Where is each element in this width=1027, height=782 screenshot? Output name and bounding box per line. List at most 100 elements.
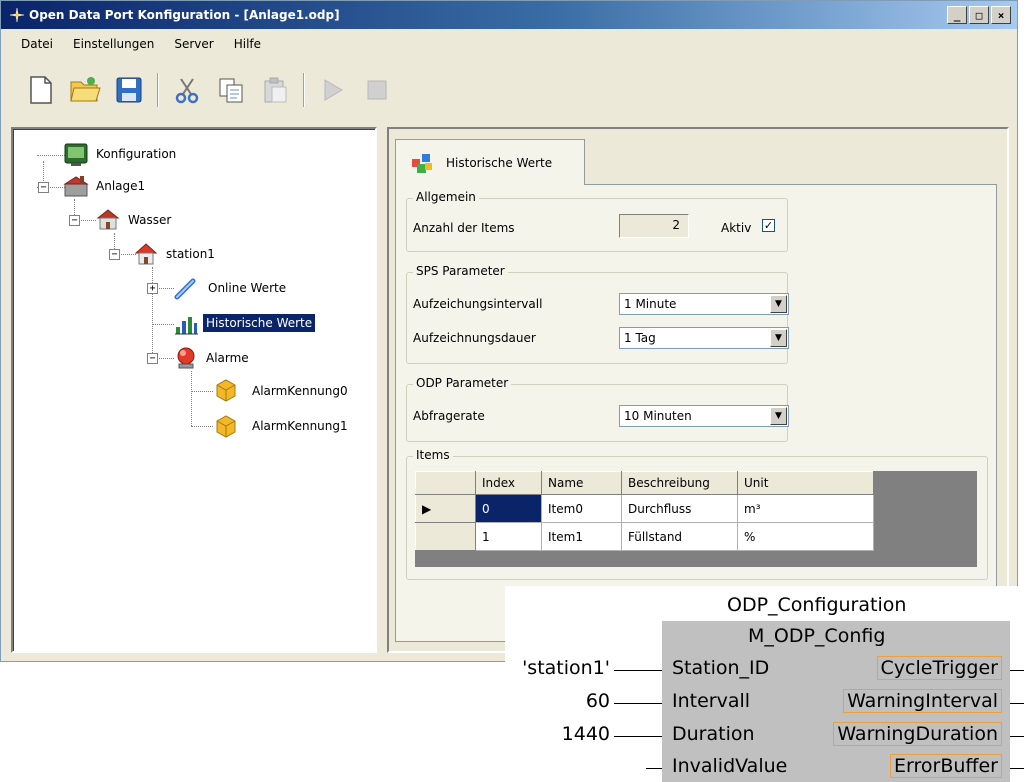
- chevron-down-icon[interactable]: ▼: [770, 295, 787, 313]
- cell-unit[interactable]: %: [737, 522, 874, 551]
- output-error-buffer[interactable]: ErrorBuffer: [890, 754, 1002, 778]
- new-document-icon[interactable]: [23, 72, 59, 108]
- open-folder-icon[interactable]: [67, 72, 103, 108]
- active-checkbox[interactable]: ✓: [762, 219, 775, 232]
- group-sps-legend: SPS Parameter: [413, 264, 508, 278]
- tree-node-station1[interactable]: station1: [163, 245, 218, 263]
- tree-node-alarme[interactable]: Alarme: [203, 349, 252, 367]
- input-wire: [614, 703, 662, 704]
- menu-server[interactable]: Server: [164, 33, 223, 55]
- tree-expander[interactable]: −: [147, 353, 158, 364]
- tree-expander[interactable]: +: [147, 283, 158, 294]
- close-button[interactable]: ×: [991, 6, 1011, 24]
- group-allgemein-legend: Allgemein: [413, 190, 479, 204]
- row-current-marker[interactable]: ▶: [415, 494, 476, 523]
- tree-node-wasser[interactable]: Wasser: [125, 211, 174, 229]
- tab-historische-werte[interactable]: Historische Werte: [395, 139, 585, 185]
- column-header-description[interactable]: Beschreibung: [621, 471, 738, 495]
- toolbar-separator: [157, 73, 159, 107]
- input-invalid-value[interactable]: InvalidValue: [672, 755, 787, 777]
- input-wire: [614, 736, 662, 737]
- menu-einstellungen[interactable]: Einstellungen: [63, 33, 164, 55]
- plant-icon: [63, 176, 89, 197]
- function-block-instance-name: ODP_Configuration: [727, 594, 907, 616]
- function-block[interactable]: M_ODP_Config Station_ID Intervall Durati…: [662, 621, 1010, 782]
- maximize-button[interactable]: □: [969, 6, 989, 24]
- output-warning-interval[interactable]: WarningInterval: [843, 689, 1002, 713]
- grid-corner-header: [415, 471, 476, 495]
- tree-expander[interactable]: −: [109, 249, 120, 260]
- cell-index[interactable]: 0: [475, 494, 542, 523]
- output-warning-duration[interactable]: WarningDuration: [833, 722, 1002, 746]
- menu-hilfe[interactable]: Hilfe: [224, 33, 271, 55]
- cell-description[interactable]: Durchfluss: [621, 494, 738, 523]
- configuration-tree[interactable]: − − − + − Konfiguration Anlage1 Wasser s…: [11, 127, 377, 653]
- alarm-icon: [177, 347, 195, 369]
- items-count-label: Anzahl der Items: [413, 221, 515, 235]
- play-icon[interactable]: [315, 72, 351, 108]
- tree-node-online-werte[interactable]: Online Werte: [205, 279, 289, 297]
- duration-value: 1 Tag: [624, 331, 656, 345]
- copy-icon[interactable]: [213, 72, 249, 108]
- save-icon[interactable]: [111, 72, 147, 108]
- water-icon: [96, 209, 120, 230]
- stop-icon[interactable]: [359, 72, 395, 108]
- group-items: Items Index Name Beschreibung Unit ▶ 0 I…: [406, 448, 988, 580]
- input-value-station-id: 'station1': [522, 657, 610, 679]
- duration-label: Aufzeichnungsdauer: [413, 331, 536, 345]
- paste-icon[interactable]: [257, 72, 293, 108]
- duration-select[interactable]: 1 Tag ▼: [619, 327, 789, 349]
- output-wire: [1010, 670, 1024, 671]
- rate-select[interactable]: 10 Minuten ▼: [619, 405, 789, 427]
- output-wire: [1010, 768, 1024, 769]
- detail-pane: Historische Werte Allgemein Anzahl der I…: [387, 127, 1009, 653]
- title-bar[interactable]: Open Data Port Konfiguration - [Anlage1.…: [1, 1, 1017, 29]
- tree-node-alarmkennung0[interactable]: AlarmKennung0: [249, 382, 351, 400]
- table-row[interactable]: ▶ 0 Item0 Durchfluss m³: [415, 494, 874, 523]
- minimize-button[interactable]: _: [947, 6, 967, 24]
- rate-label: Abfragerate: [413, 409, 485, 423]
- function-block-type: M_ODP_Config: [748, 625, 886, 647]
- row-header[interactable]: [415, 522, 476, 551]
- column-header-index[interactable]: Index: [475, 471, 542, 495]
- application-window: Open Data Port Konfiguration - [Anlage1.…: [0, 0, 1018, 662]
- items-table: Index Name Beschreibung Unit ▶ 0 Item0 D…: [415, 471, 874, 551]
- column-header-unit[interactable]: Unit: [737, 471, 874, 495]
- chevron-down-icon[interactable]: ▼: [770, 329, 787, 347]
- tree-expander[interactable]: −: [69, 215, 80, 226]
- input-intervall[interactable]: Intervall: [672, 690, 750, 712]
- tree-node-historische-werte[interactable]: Historische Werte: [201, 313, 317, 333]
- input-duration[interactable]: Duration: [672, 723, 755, 745]
- input-station-id[interactable]: Station_ID: [672, 657, 769, 679]
- input-wire: [614, 670, 662, 671]
- table-row[interactable]: 1 Item1 Füllstand %: [415, 522, 874, 551]
- interval-select[interactable]: 1 Minute ▼: [619, 293, 789, 315]
- group-items-legend: Items: [413, 448, 453, 462]
- toolbar-separator: [303, 73, 305, 107]
- output-wire: [1010, 736, 1024, 737]
- tree-node-anlage1[interactable]: Anlage1: [93, 177, 148, 195]
- input-value-intervall: 60: [585, 690, 610, 712]
- output-cycle-trigger[interactable]: CycleTrigger: [876, 656, 1002, 680]
- group-odp-legend: ODP Parameter: [413, 376, 512, 390]
- cell-name[interactable]: Item0: [541, 494, 622, 523]
- cell-unit[interactable]: m³: [737, 494, 874, 523]
- cell-name[interactable]: Item1: [541, 522, 622, 551]
- tree-expander[interactable]: −: [38, 182, 49, 193]
- chevron-down-icon[interactable]: ▼: [770, 407, 787, 425]
- tree-node-konfiguration[interactable]: Konfiguration: [93, 145, 179, 163]
- group-sps-parameter: SPS Parameter Aufzeichungsintervall 1 Mi…: [406, 264, 789, 364]
- menu-datei[interactable]: Datei: [11, 33, 63, 55]
- window-title: Open Data Port Konfiguration - [Anlage1.…: [29, 8, 340, 22]
- alarm-item-icon: [216, 415, 236, 438]
- cell-index[interactable]: 1: [475, 522, 542, 551]
- cut-icon[interactable]: [169, 72, 205, 108]
- tree-node-alarmkennung1[interactable]: AlarmKennung1: [249, 417, 351, 435]
- column-header-name[interactable]: Name: [541, 471, 622, 495]
- output-wire: [1010, 703, 1024, 704]
- toolbar: [1, 59, 1017, 121]
- cell-description[interactable]: Füllstand: [621, 522, 738, 551]
- items-grid[interactable]: Index Name Beschreibung Unit ▶ 0 Item0 D…: [415, 471, 977, 567]
- historical-tab-icon: [412, 153, 432, 173]
- station-icon: [134, 243, 158, 265]
